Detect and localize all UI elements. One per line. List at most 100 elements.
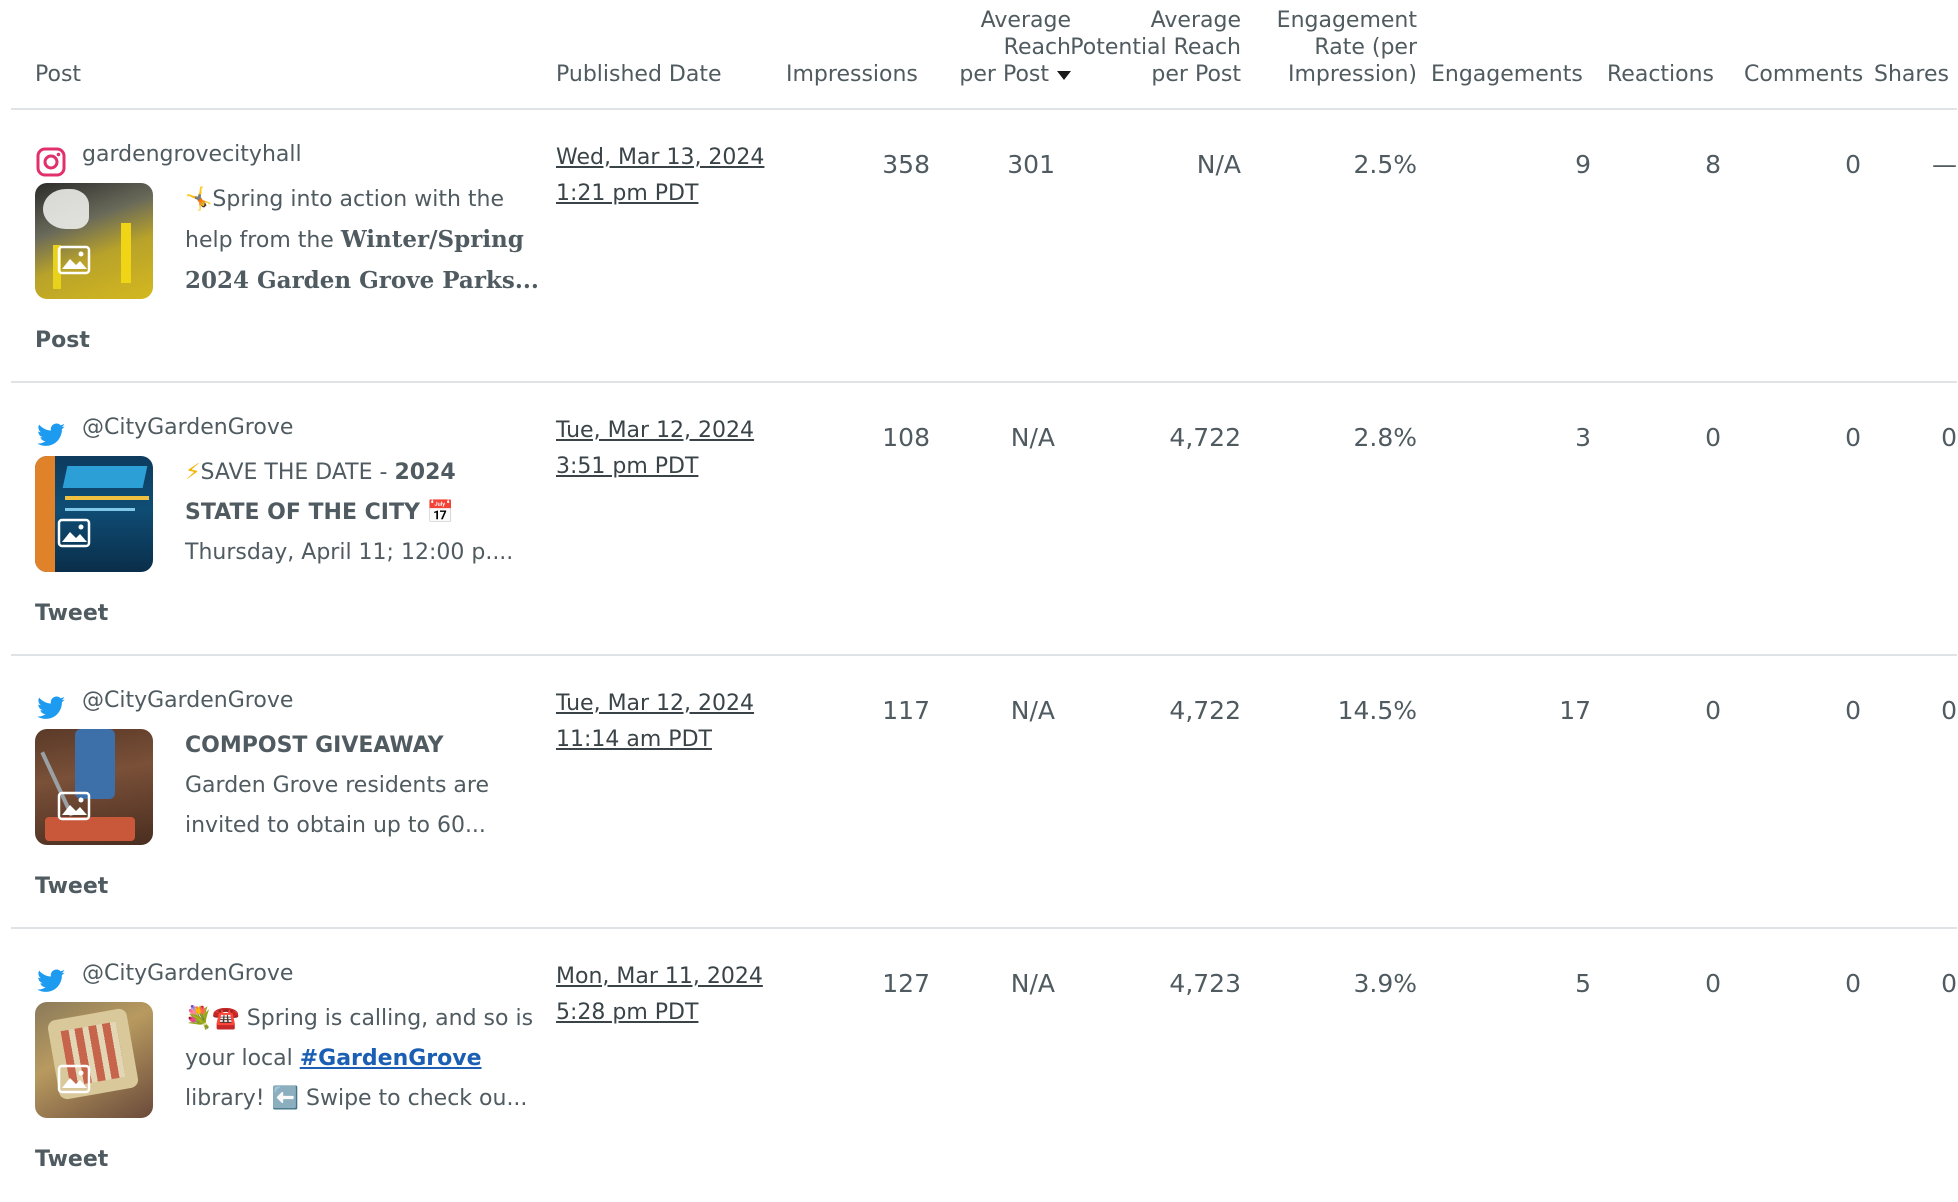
thumbnail-pole-shape bbox=[121, 223, 131, 283]
post-type-label: Tweet bbox=[35, 1147, 109, 1172]
post-type-label: Post bbox=[35, 328, 90, 353]
post-text[interactable]: 🤸Spring into action with the help from t… bbox=[185, 180, 545, 302]
image-icon bbox=[57, 1064, 91, 1094]
post-thumbnail[interactable] bbox=[35, 1002, 153, 1118]
post-text-line1: ⚡SAVE THE DATE - 2024 bbox=[185, 460, 456, 485]
col-impressions[interactable]: Impressions bbox=[786, 61, 918, 88]
col-eng-rate-line1: Engagement bbox=[1276, 8, 1417, 33]
published-date: Mon, Mar 11, 2024 bbox=[556, 964, 763, 989]
avg-reach-value: N/A bbox=[1010, 969, 1055, 998]
engagements-value: 5 bbox=[1575, 969, 1591, 998]
col-post[interactable]: Post bbox=[35, 61, 81, 88]
post-text-line3: invited to obtain up to 60... bbox=[185, 813, 486, 838]
post-text-line2: STATE OF THE CITY 📅 bbox=[185, 500, 455, 525]
post-text-line2: help from the Winter/Spring bbox=[185, 226, 524, 253]
shares-value: 0 bbox=[1941, 969, 1957, 998]
post-text-line2: your local #GardenGrove bbox=[185, 1046, 482, 1071]
post-text-line1: 🤸Spring into action with the bbox=[185, 187, 505, 212]
col-avg-potential-reach[interactable]: Average Potential Reach per Post bbox=[1051, 7, 1241, 88]
engagements-value: 3 bbox=[1575, 423, 1591, 452]
thumbnail-line-shape bbox=[65, 496, 149, 500]
col-avg-reach-line1: Average bbox=[980, 8, 1071, 33]
col-avg-potential-line2: Potential Reach bbox=[1070, 35, 1241, 60]
col-avg-reach[interactable]: Average Reach per Post bbox=[911, 7, 1071, 88]
published-date: Tue, Mar 12, 2024 bbox=[556, 691, 755, 716]
impressions-value: 358 bbox=[882, 150, 930, 179]
reactions-value: 0 bbox=[1705, 969, 1721, 998]
col-avg-potential-line3: per Post bbox=[1151, 62, 1241, 87]
thumbnail-stripe-shape bbox=[35, 456, 55, 572]
engagement-rate-value: 14.5% bbox=[1337, 696, 1417, 725]
col-avg-potential-line1: Average bbox=[1150, 8, 1241, 33]
reactions-value: 0 bbox=[1705, 423, 1721, 452]
published-time: 5:28 pm PDT bbox=[556, 1000, 699, 1025]
col-engagements[interactable]: Engagements bbox=[1431, 61, 1583, 88]
post-text[interactable]: COMPOST GIVEAWAY Garden Grove residents … bbox=[185, 726, 545, 846]
post-text[interactable]: 💐☎️ Spring is calling, and so is your lo… bbox=[185, 999, 545, 1119]
twitter-icon bbox=[37, 696, 65, 719]
col-reactions[interactable]: Reactions bbox=[1607, 61, 1714, 88]
post-type-label: Tweet bbox=[35, 601, 109, 626]
published-date-link[interactable]: Tue, Mar 12, 2024 11:14 am PDT bbox=[556, 686, 754, 758]
reactions-value: 8 bbox=[1705, 150, 1721, 179]
col-engagement-rate[interactable]: Engagement Rate (per Impression) bbox=[1231, 7, 1417, 88]
post-thumbnail[interactable] bbox=[35, 729, 153, 845]
post-text[interactable]: ⚡SAVE THE DATE - 2024 STATE OF THE CITY … bbox=[185, 453, 545, 573]
comments-value: 0 bbox=[1845, 150, 1861, 179]
table-row[interactable]: gardengrovecityhall 🤸Spring into action … bbox=[11, 110, 1957, 383]
table-row[interactable]: @CityGardenGrove COMPOST GIVEAWAY Garden… bbox=[11, 656, 1957, 929]
instagram-icon bbox=[36, 147, 66, 177]
post-text-line2: Garden Grove residents are bbox=[185, 773, 490, 798]
shares-value: 0 bbox=[1941, 423, 1957, 452]
post-text-line1: COMPOST GIVEAWAY bbox=[185, 733, 444, 758]
engagements-value: 17 bbox=[1559, 696, 1591, 725]
account-handle[interactable]: gardengrovecityhall bbox=[82, 142, 302, 167]
avg-reach-value: N/A bbox=[1010, 423, 1055, 452]
engagement-rate-value: 2.5% bbox=[1353, 150, 1417, 179]
shares-value: 0 bbox=[1941, 696, 1957, 725]
account-handle[interactable]: @CityGardenGrove bbox=[82, 688, 293, 713]
engagement-rate-value: 2.8% bbox=[1353, 423, 1417, 452]
post-thumbnail[interactable] bbox=[35, 456, 153, 572]
account-handle[interactable]: @CityGardenGrove bbox=[82, 415, 293, 440]
lightning-emoji: ⚡ bbox=[185, 460, 201, 485]
twitter-icon bbox=[37, 969, 65, 992]
left-arrow-emoji: ⬅️ bbox=[271, 1086, 299, 1111]
col-comments[interactable]: Comments bbox=[1744, 61, 1863, 88]
engagements-value: 9 bbox=[1575, 150, 1591, 179]
published-time: 11:14 am PDT bbox=[556, 727, 712, 752]
image-icon bbox=[57, 245, 91, 275]
published-date-link[interactable]: Wed, Mar 13, 2024 1:21 pm PDT bbox=[556, 140, 764, 212]
post-thumbnail[interactable] bbox=[35, 183, 153, 299]
published-date: Tue, Mar 12, 2024 bbox=[556, 418, 755, 443]
post-text-line3: library! ⬅️ Swipe to check ou... bbox=[185, 1086, 528, 1111]
avg-potential-reach-value: 4,723 bbox=[1169, 969, 1241, 998]
col-published-date[interactable]: Published Date bbox=[556, 61, 722, 88]
thumbnail-person-shape bbox=[75, 729, 115, 799]
comments-value: 0 bbox=[1845, 969, 1861, 998]
engagement-rate-value: 3.9% bbox=[1353, 969, 1417, 998]
twitter-icon bbox=[37, 423, 65, 446]
table-row[interactable]: @CityGardenGrove ⚡SAVE THE DATE - 2024 S… bbox=[11, 383, 1957, 656]
impressions-value: 108 bbox=[882, 423, 930, 452]
col-avg-reach-line3: per Post bbox=[911, 61, 1071, 88]
avg-potential-reach-value: N/A bbox=[1196, 150, 1241, 179]
col-shares[interactable]: Shares bbox=[1874, 61, 1949, 88]
image-icon bbox=[57, 518, 91, 548]
hashtag-link[interactable]: #GardenGrove bbox=[300, 1046, 482, 1071]
table-header: Post Published Date Impressions Average … bbox=[11, 0, 1957, 110]
table-row[interactable]: @CityGardenGrove 💐☎️ Spring is calling, … bbox=[11, 929, 1957, 1202]
thumbnail-line-shape bbox=[65, 508, 135, 511]
avg-reach-value: 301 bbox=[1007, 150, 1055, 179]
post-text-line1: 💐☎️ Spring is calling, and so is bbox=[185, 1006, 534, 1031]
post-type-label: Tweet bbox=[35, 874, 109, 899]
avg-potential-reach-value: 4,722 bbox=[1169, 423, 1241, 452]
account-handle[interactable]: @CityGardenGrove bbox=[82, 961, 293, 986]
thumbnail-dog-shape bbox=[43, 189, 89, 229]
published-date-link[interactable]: Mon, Mar 11, 2024 5:28 pm PDT bbox=[556, 959, 763, 1031]
reactions-value: 0 bbox=[1705, 696, 1721, 725]
impressions-value: 117 bbox=[882, 696, 930, 725]
comments-value: 0 bbox=[1845, 423, 1861, 452]
published-date-link[interactable]: Tue, Mar 12, 2024 3:51 pm PDT bbox=[556, 413, 754, 485]
post-text-line3: 2024 Garden Grove Parks... bbox=[185, 267, 539, 294]
